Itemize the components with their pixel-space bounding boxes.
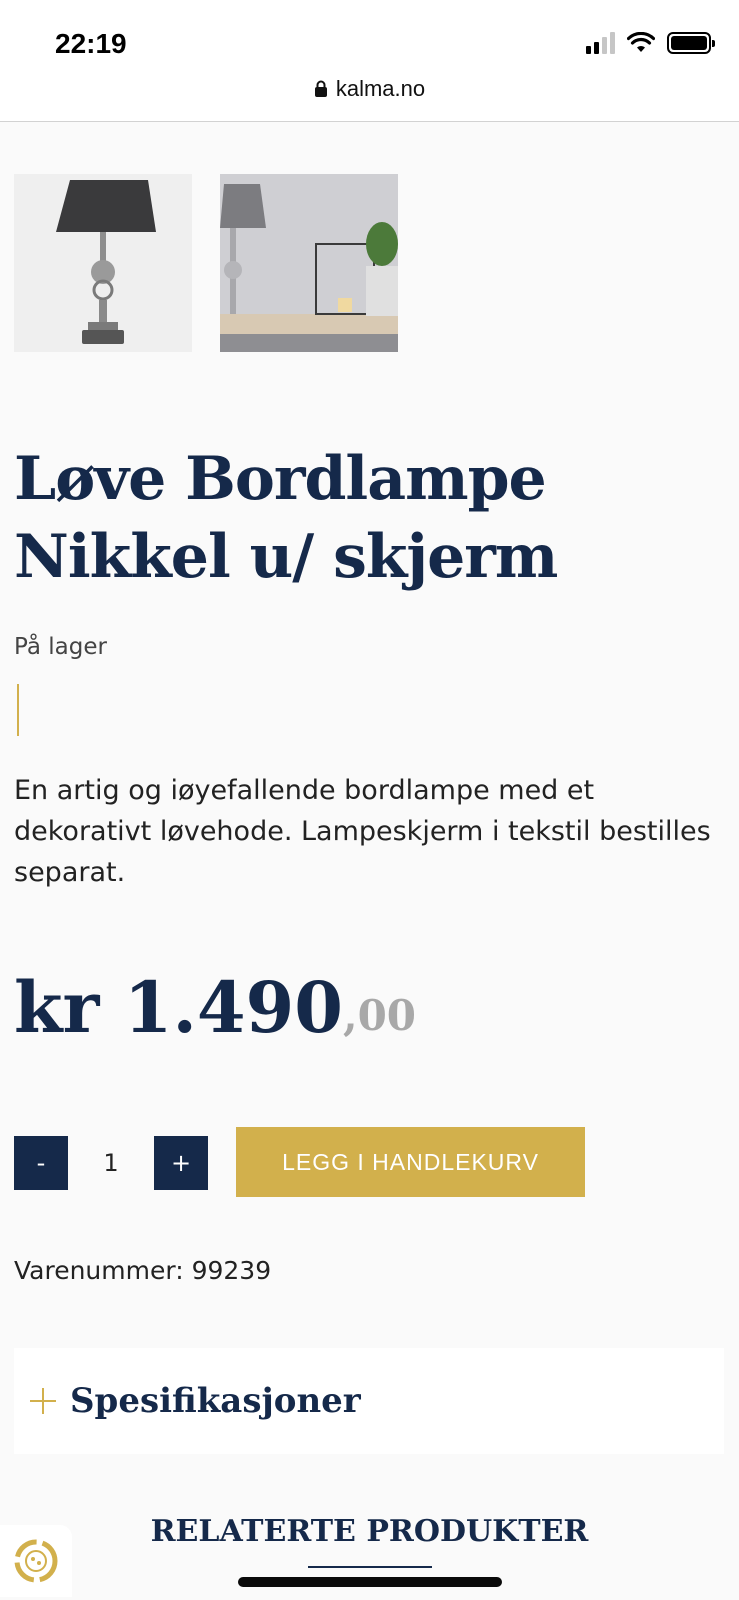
plus-icon — [30, 1388, 56, 1414]
price-main: kr 1.490 — [14, 966, 343, 1049]
home-indicator — [238, 1577, 502, 1587]
recycle-badge-icon[interactable] — [0, 1525, 72, 1597]
related-products-heading: RELATERTE PRODUKTER — [150, 1514, 589, 1549]
product-thumbnail-scene[interactable] — [220, 174, 398, 352]
lock-icon — [314, 80, 327, 97]
battery-icon — [667, 32, 715, 54]
table-lamp-icon — [14, 174, 192, 352]
room-scene-icon — [220, 174, 398, 352]
quantity-input[interactable] — [68, 1136, 154, 1190]
price-decimals: ,00 — [342, 991, 417, 1040]
signal-icon — [586, 32, 615, 54]
specifications-accordion[interactable]: Spesifikasjoner — [14, 1348, 724, 1454]
status-icons — [586, 32, 715, 54]
product-description: En artig og iøyefallende bordlampe med e… — [14, 775, 711, 888]
add-to-cart-button[interactable]: LEGG I HANDLEKURV — [236, 1127, 585, 1197]
url-text: kalma.no — [335, 76, 426, 101]
product-thumbnail-lamp[interactable] — [14, 174, 192, 352]
specifications-title: Spesifikasjoner — [70, 1381, 361, 1421]
status-time: 22:19 — [55, 28, 127, 59]
recycle-icon — [14, 1539, 58, 1583]
accent-divider — [17, 684, 19, 736]
address-bar[interactable]: kalma.no — [0, 76, 739, 102]
wifi-icon — [627, 32, 655, 52]
stock-status: På lager — [14, 634, 107, 660]
heading-underline — [308, 1566, 432, 1568]
product-title: Løve Bordlampe Nikkel u/ skjerm — [14, 444, 558, 592]
product-price: kr 1.490,00 — [14, 968, 416, 1048]
quantity-decrease-button[interactable]: - — [14, 1136, 68, 1190]
browser-status-bar: 22:19 kalma.no — [0, 0, 739, 122]
quantity-increase-button[interactable]: + — [154, 1136, 208, 1190]
product-sku: Varenummer: 99239 — [14, 1256, 272, 1285]
